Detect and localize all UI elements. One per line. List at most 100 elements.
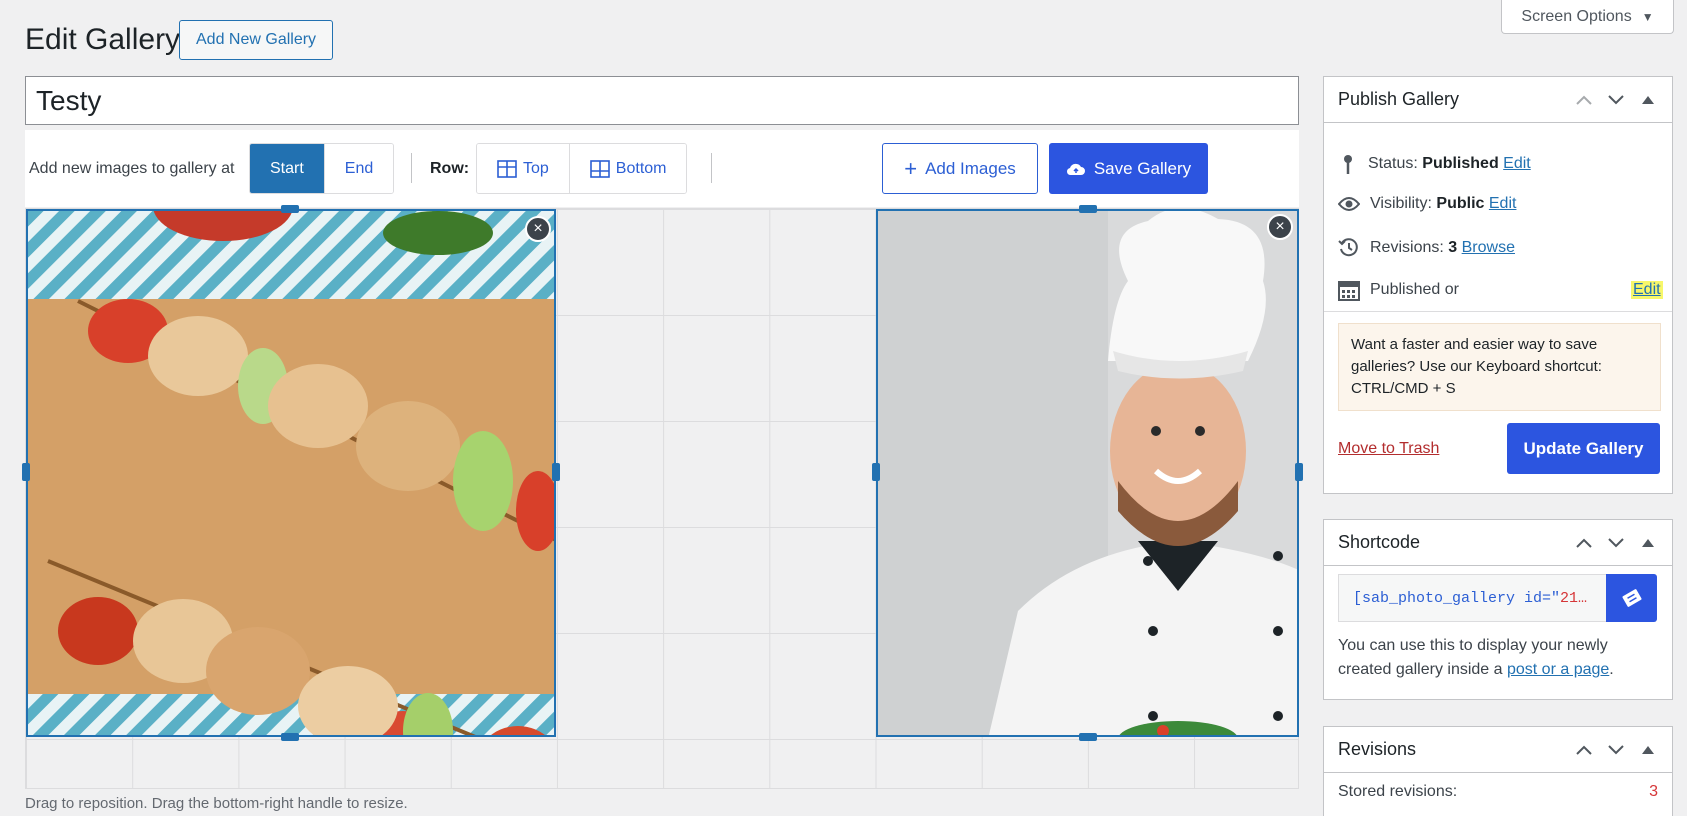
row-bottom-button[interactable]: Bottom bbox=[568, 144, 687, 193]
shortcode-description: You can use this to display your newly c… bbox=[1338, 634, 1658, 682]
shortcode-box-header: Shortcode bbox=[1324, 520, 1672, 566]
screen-options-button[interactable]: Screen Options ▼ bbox=[1501, 0, 1674, 34]
add-position-label: Add new images to gallery at bbox=[29, 160, 235, 177]
box-controls bbox=[1574, 533, 1658, 553]
published-on-edit-link[interactable]: Edit bbox=[1631, 281, 1663, 299]
add-images-button[interactable]: + Add Images bbox=[882, 143, 1038, 194]
cloud-upload-icon bbox=[1066, 163, 1085, 175]
resize-handle-left-2[interactable] bbox=[872, 463, 880, 481]
publish-separator bbox=[1324, 311, 1672, 312]
history-icon bbox=[1338, 238, 1358, 257]
revisions-box-title: Revisions bbox=[1338, 739, 1417, 759]
start-button[interactable]: Start bbox=[250, 144, 324, 193]
remove-image-button-2[interactable]: × bbox=[1267, 214, 1293, 240]
chevron-down-icon[interactable] bbox=[1606, 533, 1626, 553]
keyboard-shortcut-notice: Want a faster and easier way to save gal… bbox=[1338, 323, 1661, 411]
resize-handle-left[interactable] bbox=[22, 463, 30, 481]
screen-options-label: Screen Options bbox=[1521, 7, 1632, 25]
visibility-row: Visibility: Public Edit bbox=[1338, 195, 1516, 213]
copy-shortcode-button[interactable] bbox=[1606, 574, 1657, 622]
add-images-label: Add Images bbox=[925, 158, 1016, 178]
close-icon: × bbox=[533, 220, 543, 237]
revisions-box-header: Revisions bbox=[1324, 727, 1672, 773]
resize-handle-right[interactable] bbox=[552, 463, 560, 481]
end-button[interactable]: End bbox=[323, 144, 394, 193]
notice-text: Want a faster and easier way to save gal… bbox=[1351, 336, 1602, 375]
save-gallery-button[interactable]: Save Gallery bbox=[1049, 143, 1208, 194]
status-row: Status: Published Edit bbox=[1338, 153, 1531, 175]
chevron-up-icon[interactable] bbox=[1574, 533, 1594, 553]
publish-box: Publish Gallery Status: Published Edit V… bbox=[1323, 76, 1673, 494]
revisions-box: Revisions Stored revisions: 3 bbox=[1323, 726, 1673, 816]
visibility-label: Visibility: bbox=[1370, 195, 1432, 212]
gallery-tile-chef[interactable] bbox=[876, 209, 1299, 737]
triangle-up-icon[interactable] bbox=[1638, 533, 1658, 553]
box-controls bbox=[1574, 90, 1658, 110]
grid-hint: Drag to reposition. Drag the bottom-righ… bbox=[25, 795, 408, 812]
chevron-down-icon[interactable] bbox=[1606, 90, 1626, 110]
visibility-edit-link[interactable]: Edit bbox=[1489, 195, 1517, 212]
stored-revisions-label: Stored revisions: bbox=[1338, 783, 1458, 800]
toolbar-divider bbox=[411, 153, 412, 183]
chef-image bbox=[878, 211, 1297, 735]
visibility-value: Public bbox=[1436, 195, 1485, 212]
move-to-trash-link[interactable]: Move to Trash bbox=[1338, 440, 1439, 458]
gallery-tile-skewers[interactable] bbox=[26, 209, 556, 737]
resize-handle-right-2[interactable] bbox=[1295, 463, 1303, 481]
calendar-icon bbox=[1338, 281, 1360, 301]
pin-icon bbox=[1344, 155, 1352, 174]
revisions-row: Revisions: 3 Browse bbox=[1338, 237, 1515, 259]
remove-image-button[interactable]: × bbox=[525, 216, 551, 242]
revisions-label: Revisions: bbox=[1370, 239, 1444, 256]
post-or-page-link[interactable]: post or a page bbox=[1507, 661, 1609, 678]
row-bottom-label: Bottom bbox=[615, 159, 667, 177]
page-title: Edit Gallery bbox=[25, 23, 181, 56]
published-on-label: Published or bbox=[1370, 281, 1459, 298]
revisions-value: 3 bbox=[1448, 239, 1458, 256]
update-gallery-button[interactable]: Update Gallery bbox=[1507, 423, 1660, 474]
publish-box-header: Publish Gallery bbox=[1324, 77, 1672, 123]
published-on-row: Published or bbox=[1338, 279, 1459, 301]
add-position-toggle: Start End bbox=[249, 143, 395, 194]
close-icon: × bbox=[1275, 218, 1285, 235]
resize-handle-bottom[interactable] bbox=[281, 733, 299, 741]
status-edit-link[interactable]: Edit bbox=[1503, 155, 1531, 172]
triangle-up-icon[interactable] bbox=[1638, 740, 1658, 760]
resize-handle-bottom-2[interactable] bbox=[1079, 733, 1097, 741]
toolbar-divider-2 bbox=[711, 153, 712, 183]
box-controls bbox=[1574, 740, 1658, 760]
status-label: Status: bbox=[1368, 155, 1418, 172]
save-gallery-label: Save Gallery bbox=[1093, 158, 1192, 178]
plus-icon: + bbox=[904, 155, 918, 181]
resize-handle-top[interactable] bbox=[281, 205, 299, 213]
publish-box-title: Publish Gallery bbox=[1338, 89, 1460, 109]
shortcode-box-title: Shortcode bbox=[1338, 532, 1421, 552]
caret-down-icon: ▼ bbox=[1641, 9, 1654, 24]
shortcode-desc-suffix: . bbox=[1609, 661, 1614, 678]
triangle-up-icon[interactable] bbox=[1638, 90, 1658, 110]
skewers-image bbox=[28, 211, 554, 735]
status-value: Published bbox=[1422, 155, 1499, 172]
eye-icon bbox=[1338, 197, 1360, 211]
shortcode-field[interactable]: [sab_photo_gallery id=" 21… bbox=[1338, 574, 1606, 622]
shortcode-prefix: [sab_photo_gallery id=" bbox=[1353, 589, 1561, 607]
stored-revisions-row: Stored revisions: 3 bbox=[1338, 783, 1658, 801]
chevron-up-icon[interactable] bbox=[1574, 740, 1594, 760]
revisions-browse-link[interactable]: Browse bbox=[1462, 239, 1515, 256]
chevron-down-icon[interactable] bbox=[1606, 740, 1626, 760]
shortcode-id: 21… bbox=[1560, 589, 1588, 607]
gallery-title-input[interactable] bbox=[25, 76, 1299, 125]
row-label: Row: bbox=[430, 160, 470, 177]
resize-handle-top-2[interactable] bbox=[1079, 205, 1097, 213]
table-top-icon bbox=[497, 159, 517, 178]
notice-shortcut: CTRL/CMD + S bbox=[1351, 380, 1456, 397]
row-toggle: Top Bottom bbox=[476, 143, 688, 194]
copy-icon bbox=[1621, 589, 1642, 607]
shortcode-box: Shortcode [sab_photo_gallery id=" 21… You… bbox=[1323, 519, 1673, 700]
row-top-button[interactable]: Top bbox=[477, 144, 569, 193]
table-bottom-icon bbox=[589, 159, 610, 178]
chevron-up-icon[interactable] bbox=[1574, 90, 1594, 110]
gallery-toolbar: Add new images to gallery at Start End R… bbox=[25, 130, 1299, 207]
stored-revisions-count: 3 bbox=[1649, 783, 1658, 800]
add-new-gallery-button[interactable]: Add New Gallery bbox=[179, 20, 334, 60]
